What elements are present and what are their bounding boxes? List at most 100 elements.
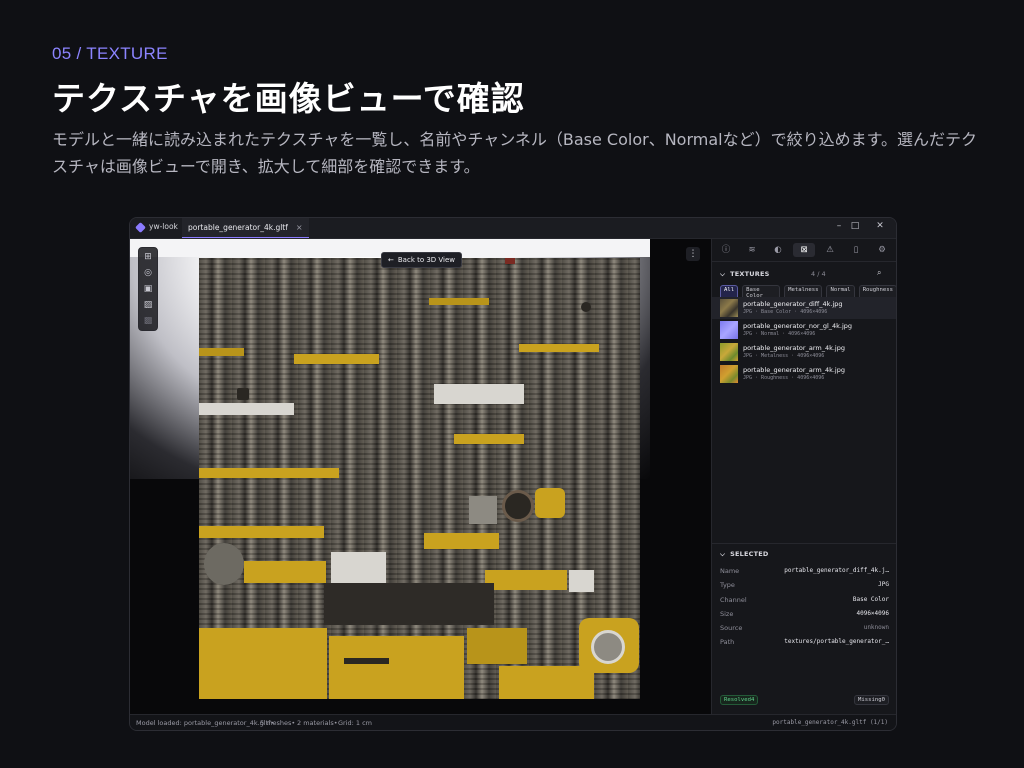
texture-list-item[interactable]: portable_generator_diff_4k.jpg JPG · Bas… [712, 297, 896, 319]
texture-region [502, 490, 534, 522]
texture-icon[interactable]: ⊠ [793, 243, 815, 257]
chevron-down-icon: ⌵ [720, 549, 726, 558]
chevron-down-icon: ⌵ [720, 269, 726, 278]
more-options-icon[interactable]: ⋮ [686, 247, 700, 261]
texture-region [485, 570, 567, 590]
texture-name: portable_generator_diff_4k.jpg [743, 300, 843, 308]
texture-region [581, 302, 591, 312]
texture-region [569, 570, 594, 592]
image-alt-icon[interactable]: ▨ [142, 299, 154, 311]
side-panel-tabs: ⓘ ≋ ◐ ⊠ ⚠ ▯ ⚙ [712, 239, 896, 262]
property-value: 4096×4096 [856, 610, 889, 617]
texture-meta: JPG · Normal · 4096×4096 [743, 331, 816, 337]
property-label: Path [720, 638, 735, 646]
texture-region [469, 496, 497, 524]
texture-region [591, 630, 625, 664]
status-file-counter: portable_generator_4k.gltf (1/1) [772, 719, 888, 726]
info-icon[interactable]: ⓘ [715, 243, 737, 257]
property-value: textures/portable_generator_… [784, 638, 889, 645]
texture-region [294, 354, 379, 364]
textures-section-title: TEXTURES [730, 270, 770, 278]
texture-thumbnail [720, 299, 738, 317]
texture-count: 4 / 4 [811, 270, 826, 278]
property-label: Channel [720, 596, 747, 604]
texture-region [519, 344, 599, 352]
texture-region [454, 434, 524, 444]
minimize-button[interactable]: – [832, 221, 846, 231]
texture-region [329, 636, 464, 699]
hero-title: テクスチャを画像ビューで確認 [52, 79, 525, 118]
texture-region [199, 468, 339, 478]
status-bar: Model loaded: portable_generator_4k.gltf… [130, 714, 896, 730]
status-meshes: 5 meshes• [260, 719, 296, 727]
texture-meta: JPG · Base Color · 4096×4096 [743, 309, 828, 315]
file-icon[interactable]: ▯ [845, 243, 867, 257]
missing-badge: Missing0 [854, 695, 889, 705]
property-value: unknown [863, 624, 889, 631]
texture-region [499, 666, 594, 699]
texture-meta: JPG · Metalness · 4096×4096 [743, 353, 825, 359]
texture-region [424, 533, 499, 549]
texture-region [204, 543, 244, 585]
app-name: yw-look [149, 222, 178, 231]
section-divider [712, 543, 896, 544]
texture-list-item[interactable]: portable_generator_arm_4k.jpg JPG · Roug… [712, 363, 896, 385]
status-grid: Grid: 1 cm [338, 719, 373, 727]
grid-icon[interactable]: ⊞ [142, 251, 154, 263]
texture-region [505, 258, 515, 264]
app-window: yw-look portable_generator_4k.gltf × – □… [129, 217, 897, 731]
image-viewport[interactable]: ⊞ ◎ ▣ ▨ ▩ ← Back to 3D View ⋮ [130, 239, 711, 714]
layers-icon[interactable]: ≋ [741, 243, 763, 257]
property-label: Name [720, 567, 740, 575]
texture-region [199, 348, 244, 356]
texture-region [344, 658, 389, 664]
warning-icon[interactable]: ⚠ [819, 243, 841, 257]
hero-description: モデルと一緒に読み込まれたテクスチャを一覧し、名前やチャンネル（Base Col… [52, 130, 977, 176]
texture-region [434, 384, 524, 404]
close-button[interactable]: ✕ [873, 221, 887, 231]
texture-region [199, 526, 324, 538]
maximize-button[interactable]: □ [848, 221, 862, 231]
texture-list-item[interactable]: portable_generator_nor_gl_4k.jpg JPG · N… [712, 319, 896, 341]
texture-region [199, 628, 327, 699]
texture-thumbnail [720, 365, 738, 383]
property-value: JPG [878, 581, 889, 588]
status-materials: 2 materials• [297, 719, 338, 727]
hero-kicker: 05 / TEXTURE [52, 44, 168, 63]
title-bar: yw-look portable_generator_4k.gltf × – □… [130, 218, 896, 239]
settings-icon[interactable]: ⚙ [871, 243, 893, 257]
property-label: Source [720, 624, 743, 632]
texture-region [535, 488, 565, 518]
viewer-tool-rail: ⊞ ◎ ▣ ▨ ▩ [138, 247, 158, 331]
image-icon[interactable]: ▣ [142, 283, 154, 295]
texture-thumbnail [720, 321, 738, 339]
texture-region [331, 552, 386, 584]
texture-region [237, 388, 249, 400]
selected-section-title: SELECTED [730, 550, 769, 558]
texture-region [244, 561, 326, 583]
selected-section-header[interactable]: ⌵ SELECTED [720, 548, 768, 560]
property-label: Type [720, 581, 735, 589]
app-logo-icon [135, 222, 146, 233]
back-to-3d-button[interactable]: ← Back to 3D View [381, 252, 463, 268]
texture-name: portable_generator_arm_4k.jpg [743, 344, 845, 352]
target-icon[interactable]: ◎ [142, 267, 154, 279]
search-icon[interactable]: ⌕ [877, 268, 881, 278]
property-value: portable_generator_diff_4k.j… [784, 567, 889, 574]
texture-image[interactable] [199, 258, 640, 699]
property-value: Base Color [852, 596, 889, 603]
tab-close-icon[interactable]: × [296, 223, 303, 232]
texture-name: portable_generator_arm_4k.jpg [743, 366, 845, 374]
material-icon[interactable]: ◐ [767, 243, 789, 257]
texture-region [429, 298, 489, 305]
textures-section-header[interactable]: ⌵ TEXTURES [720, 268, 769, 280]
file-tab[interactable]: portable_generator_4k.gltf × [182, 218, 309, 238]
arrow-left-icon: ← [388, 256, 394, 264]
texture-region [467, 628, 527, 664]
property-label: Size [720, 610, 734, 618]
texture-list-item[interactable]: portable_generator_arm_4k.jpg JPG · Meta… [712, 341, 896, 363]
resolved-badge: Resolved4 [720, 695, 759, 705]
checker-icon[interactable]: ▩ [142, 315, 154, 327]
file-tab-label: portable_generator_4k.gltf [188, 223, 288, 232]
texture-region [324, 583, 494, 625]
